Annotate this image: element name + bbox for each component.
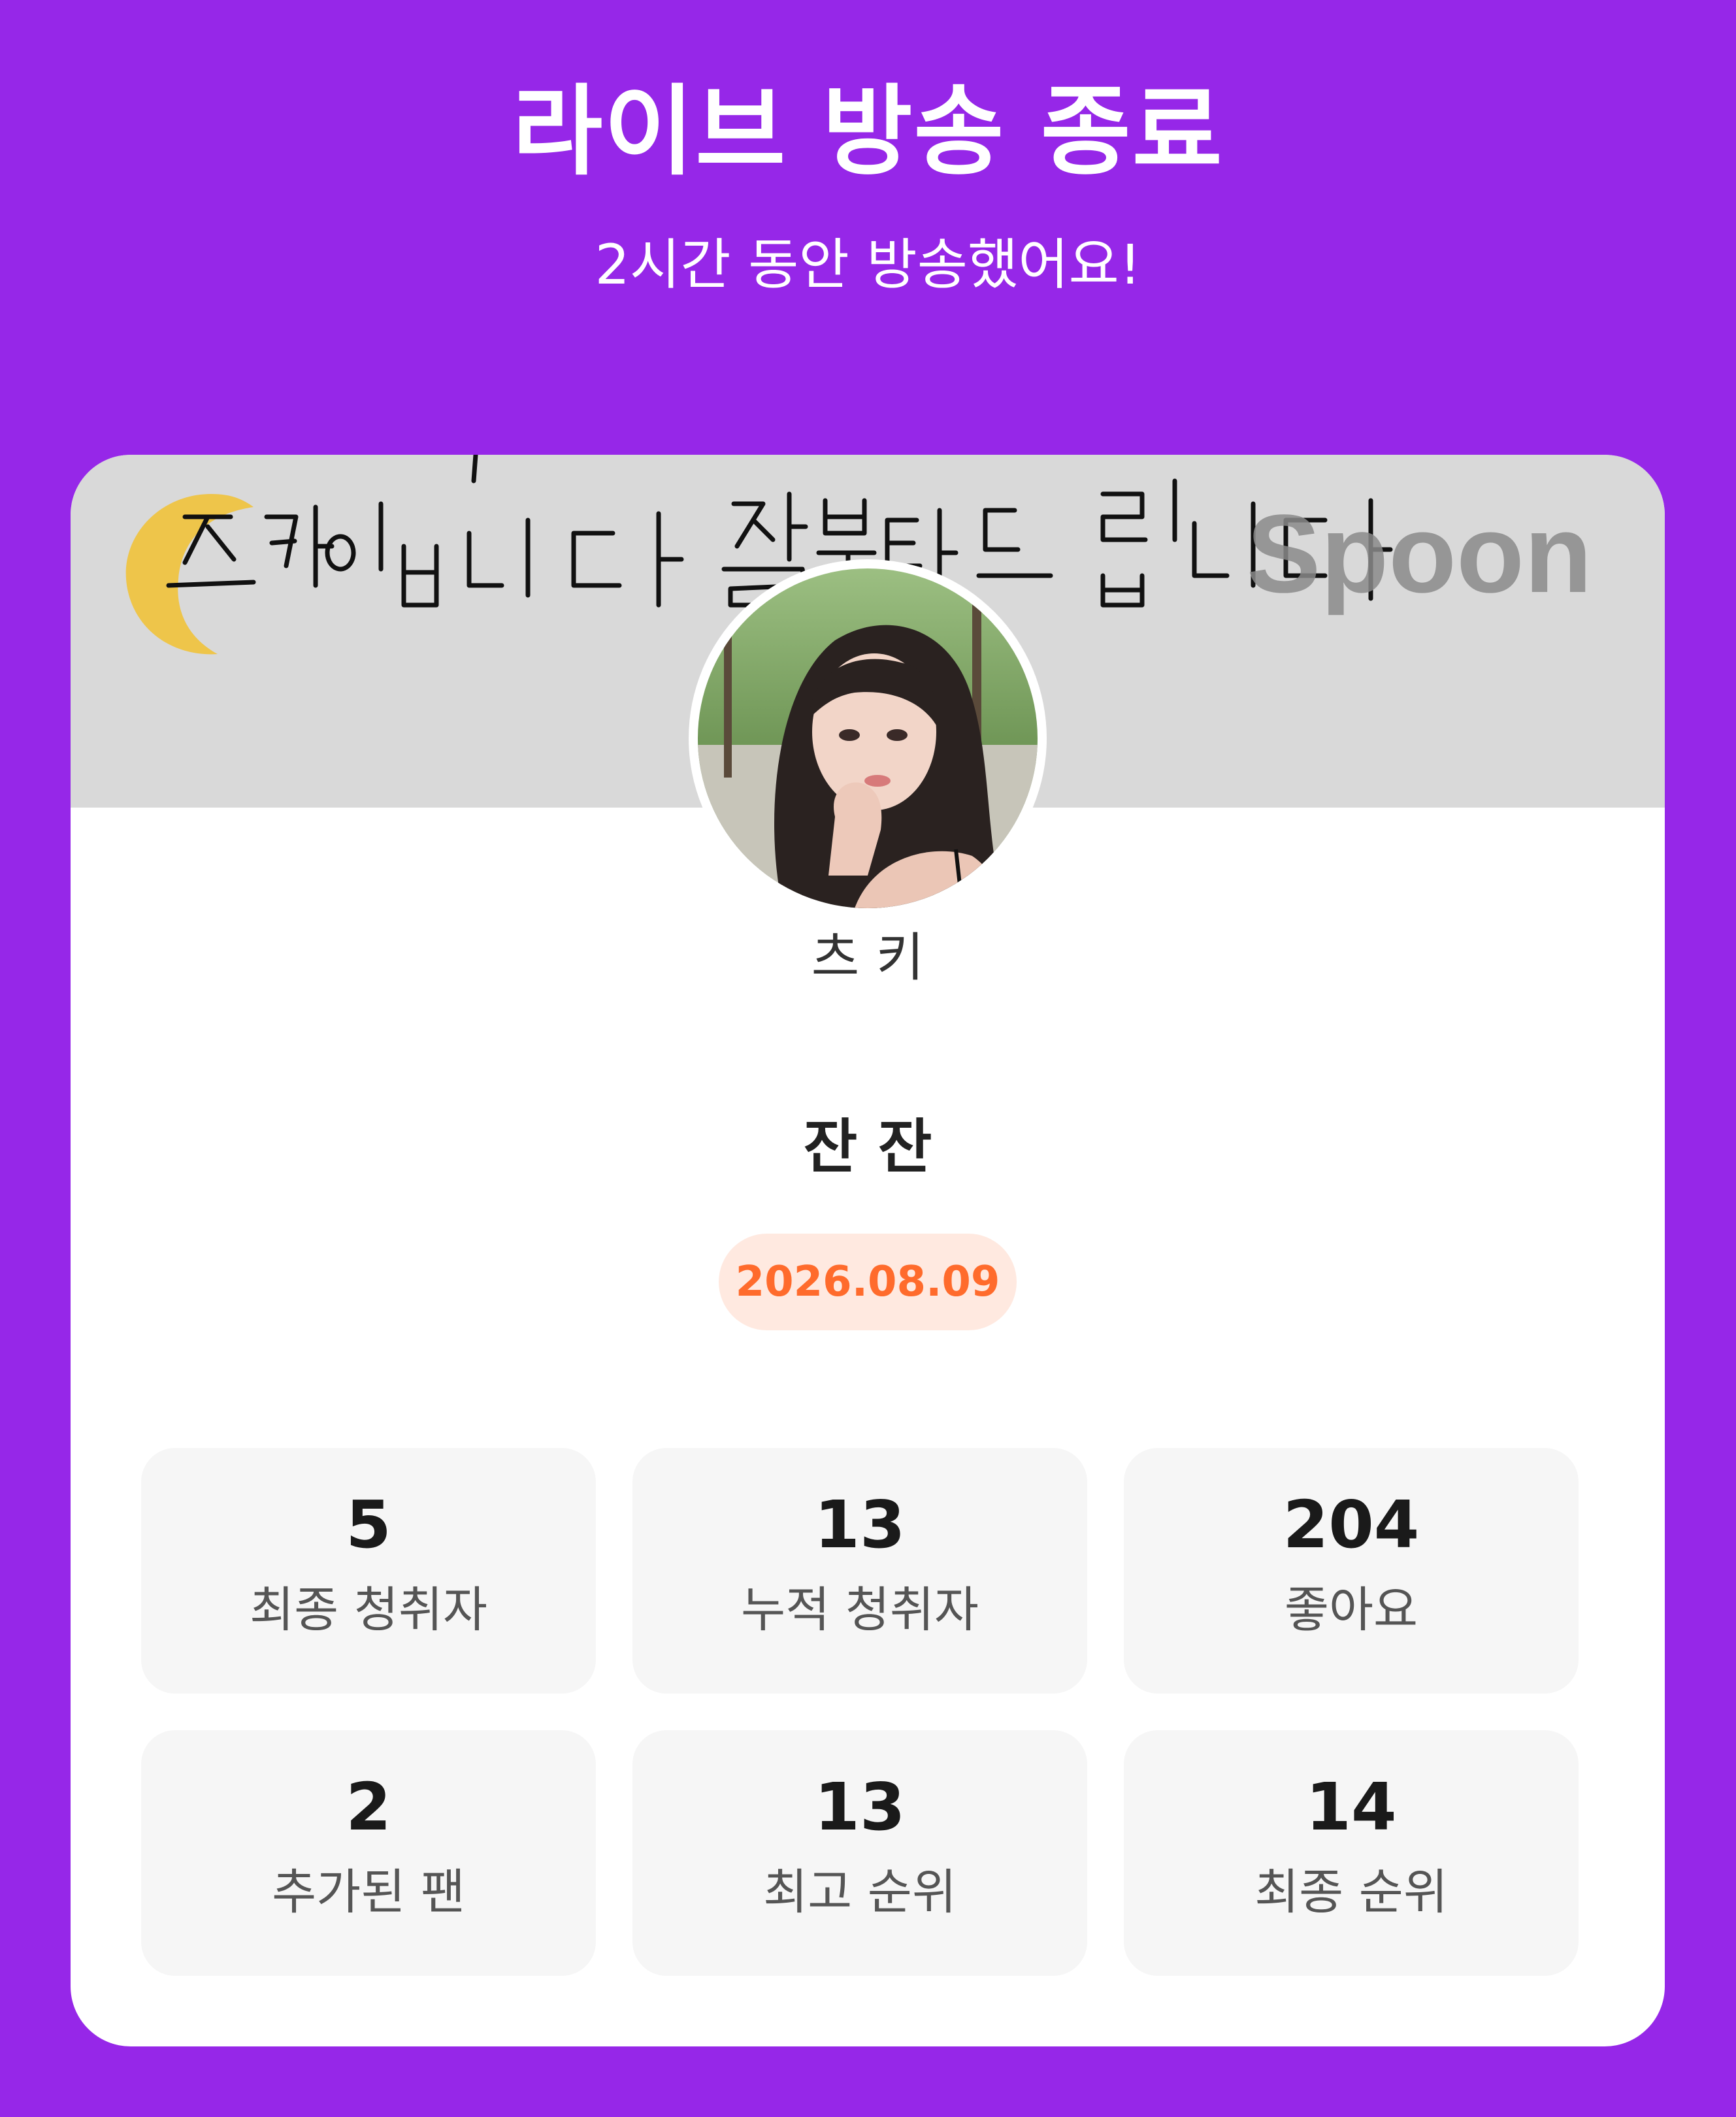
dj-name: 츠 키 [811,927,925,988]
date-badge: 2026.08.09 [719,1234,1017,1330]
stat-final-listeners: 5 최종 청취자 [141,1448,596,1694]
stat-value: 204 [1283,1486,1420,1563]
stat-likes: 204 좋아요 [1124,1448,1579,1694]
avatar[interactable] [689,559,1047,917]
stat-label: 최고 순위 [763,1864,957,1920]
stat-total-listeners: 13 누적 청취자 [632,1448,1087,1694]
stat-label: 좋아요 [1284,1582,1418,1638]
stat-label: 추가된 팬 [272,1864,465,1920]
stat-label: 누적 청취자 [741,1582,979,1638]
stat-value: 2 [346,1769,391,1845]
stat-final-rank: 14 최종 순위 [1124,1730,1579,1976]
stat-value: 13 [814,1769,906,1845]
live-title: 잔 잔 [803,1113,932,1181]
spoon-watermark: Spoon [1247,492,1592,616]
stat-value: 14 [1305,1769,1397,1845]
stat-value: 5 [346,1486,391,1563]
stat-label: 최종 청취자 [250,1582,487,1638]
header-title: 라이브 방송 종료 [512,75,1224,189]
stat-label: 최종 순위 [1254,1864,1448,1920]
stat-value: 13 [814,1486,906,1563]
stat-new-fans: 2 추가된 팬 [141,1730,596,1976]
stat-highest-rank: 13 최고 순위 [632,1730,1087,1976]
header-subtitle: 2시간 동안 방송했어요! [595,233,1141,297]
avatar-photo [698,568,1038,908]
broadcast-summary-card: Spoon 츠 키 잔 잔 2026.08.09 5 최종 청취자 13 누적 … [71,455,1665,2046]
